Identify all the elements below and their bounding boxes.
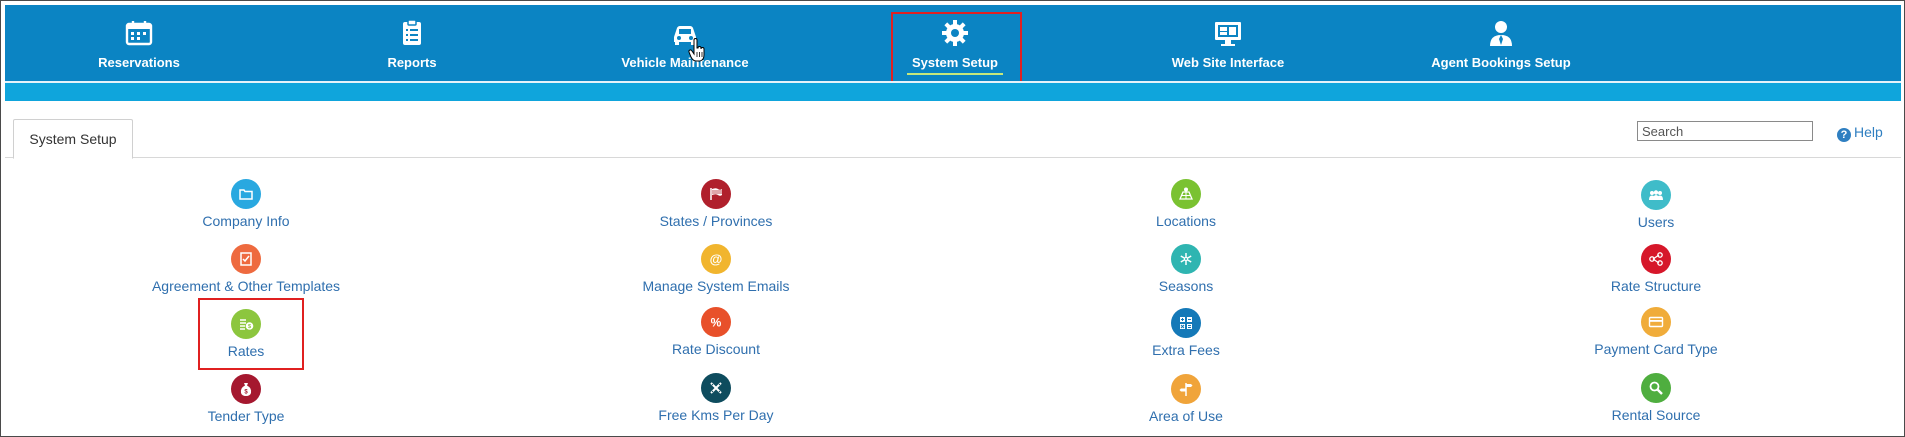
hand-cursor-icon — [688, 38, 705, 62]
setup-item-label: Rate Structure — [1610, 278, 1702, 294]
setup-item-label: Extra Fees — [1152, 342, 1220, 358]
setup-item-free-kms-per-day[interactable]: Free Kms Per Day — [551, 373, 881, 423]
setup-item-payment-card-type[interactable]: Payment Card Type — [1491, 307, 1821, 357]
nav-system-setup[interactable]: System Setup — [845, 5, 1065, 81]
money-bag-icon: $ — [231, 374, 261, 404]
nav-label: System Setup — [912, 55, 998, 70]
nav-label: Vehicle Maintenance — [621, 55, 749, 70]
setup-item-tender-type[interactable]: $ Tender Type — [81, 374, 411, 424]
setup-item-states-provinces[interactable]: States / Provinces — [551, 179, 881, 229]
setup-item-rate-structure[interactable]: Rate Structure — [1491, 244, 1821, 294]
sub-bar — [5, 83, 1901, 101]
nav-vehicle-maintenance[interactable]: Vehicle Maintenance — [575, 5, 795, 81]
setup-item-label: Area of Use — [1149, 408, 1223, 424]
setup-item-label: Users — [1637, 214, 1675, 230]
setup-item-rental-source[interactable]: Rental Source — [1491, 373, 1821, 423]
svg-text:$: $ — [248, 324, 251, 330]
snowflake-icon — [1171, 244, 1201, 274]
setup-item-label: Locations — [1156, 213, 1216, 229]
calendar-icon — [123, 17, 155, 49]
monitor-icon — [1212, 17, 1244, 49]
setup-item-rates[interactable]: $ Rates — [81, 309, 411, 359]
gear-icon — [939, 17, 971, 49]
template-icon — [231, 244, 261, 274]
top-navigation: Reservations Reports Vehicle Maintenance… — [5, 5, 1901, 81]
setup-item-area-of-use[interactable]: Area of Use — [1021, 374, 1351, 424]
app-frame: Reservations Reports Vehicle Maintenance… — [0, 0, 1905, 437]
setup-item-locations[interactable]: Locations — [1021, 179, 1351, 229]
setup-item-label: Rate Discount — [672, 341, 760, 357]
help-link[interactable]: ? Help — [1837, 124, 1883, 142]
help-label: Help — [1854, 124, 1883, 140]
setup-item-manage-system-emails[interactable]: @ Manage System Emails — [551, 244, 881, 294]
map-icon — [1171, 179, 1201, 209]
road-icon — [701, 373, 731, 403]
setup-item-label: Company Info — [202, 213, 290, 229]
magnifier-icon — [1641, 373, 1671, 403]
share-nodes-icon — [1641, 244, 1671, 274]
setup-item-agreement-templates[interactable]: Agreement & Other Templates — [81, 244, 411, 294]
nav-label: Agent Bookings Setup — [1431, 55, 1571, 70]
setup-item-users[interactable]: Users — [1491, 180, 1821, 230]
nav-reports[interactable]: Reports — [302, 5, 522, 81]
calculator-icon — [1171, 308, 1201, 338]
setup-item-label: Seasons — [1158, 278, 1214, 294]
svg-text:%: % — [711, 316, 722, 330]
nav-reservations[interactable]: Reservations — [29, 5, 249, 81]
folder-icon — [231, 179, 261, 209]
search-input[interactable] — [1637, 121, 1813, 141]
setup-item-label: Free Kms Per Day — [658, 407, 774, 423]
setup-item-label: Manage System Emails — [642, 278, 790, 294]
setup-item-extra-fees[interactable]: Extra Fees — [1021, 308, 1351, 358]
setup-item-label: Tender Type — [207, 408, 285, 424]
setup-item-label: Rental Source — [1611, 407, 1701, 423]
nav-agent-bookings-setup[interactable]: Agent Bookings Setup — [1391, 5, 1611, 81]
nav-label: Reservations — [98, 55, 180, 70]
rates-icon: $ — [231, 309, 261, 339]
agent-icon — [1485, 17, 1517, 49]
active-underline — [907, 73, 1003, 75]
clipboard-icon — [396, 17, 428, 49]
nav-web-site-interface[interactable]: Web Site Interface — [1118, 5, 1338, 81]
setup-item-label: Payment Card Type — [1594, 341, 1718, 357]
setup-item-rate-discount[interactable]: % Rate Discount — [551, 307, 881, 357]
percent-icon: % — [701, 307, 731, 337]
setup-item-seasons[interactable]: Seasons — [1021, 244, 1351, 294]
signpost-icon — [1171, 374, 1201, 404]
setup-item-label: Agreement & Other Templates — [151, 278, 341, 294]
card-icon — [1641, 307, 1671, 337]
setup-item-label: Rates — [227, 343, 265, 359]
flag-icon — [701, 179, 731, 209]
help-icon: ? — [1837, 128, 1851, 142]
setup-item-company-info[interactable]: Company Info — [81, 179, 411, 229]
svg-text:@: @ — [710, 252, 723, 267]
nav-label: Web Site Interface — [1171, 55, 1285, 70]
nav-label: Reports — [387, 55, 437, 70]
tab-row: System Setup ?Help — [5, 101, 1901, 159]
at-icon: @ — [701, 244, 731, 274]
users-icon — [1641, 180, 1671, 210]
tab-system-setup[interactable]: System Setup — [13, 119, 133, 159]
setup-item-label: States / Provinces — [659, 213, 773, 229]
